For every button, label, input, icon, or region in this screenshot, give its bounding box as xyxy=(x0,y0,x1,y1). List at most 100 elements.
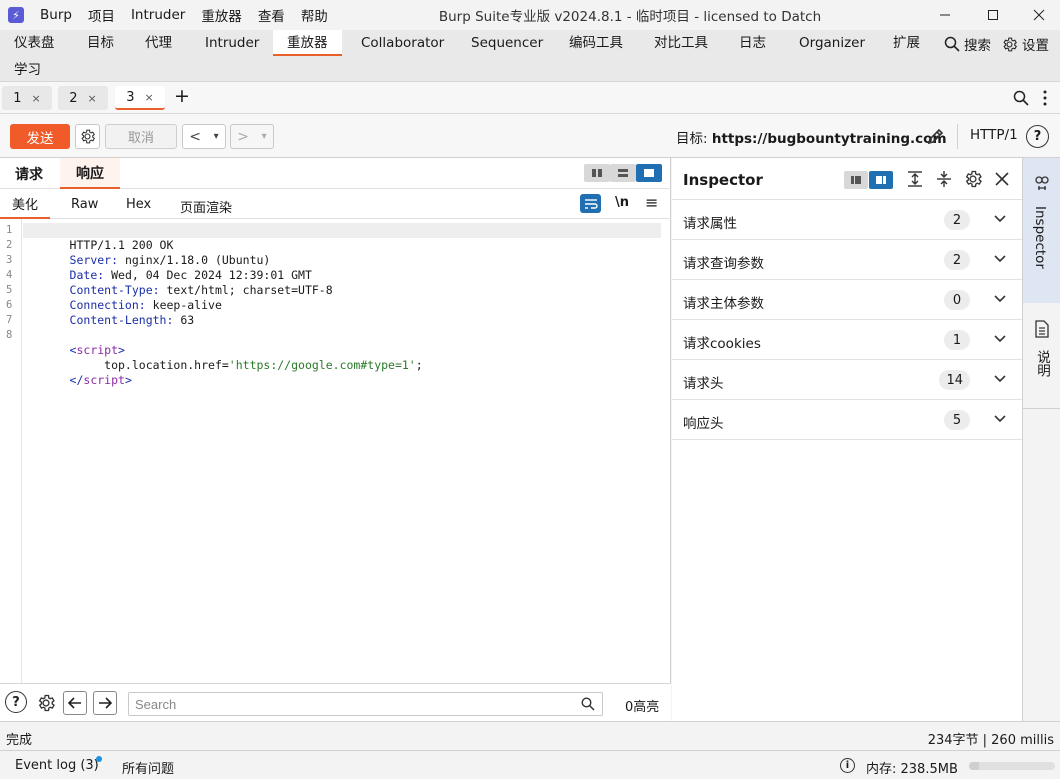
sidebar-notes-label: 说明 xyxy=(1034,350,1050,377)
tab-hex[interactable]: Hex xyxy=(126,197,151,212)
inspector-row-cookies[interactable]: 请求cookies 1 xyxy=(672,320,1022,360)
maximize-icon[interactable] xyxy=(970,0,1016,30)
chevron-down-icon[interactable] xyxy=(992,251,1008,267)
toolbar-divider xyxy=(957,124,958,149)
close-icon[interactable] xyxy=(994,171,1010,187)
help-icon[interactable]: ? xyxy=(5,691,27,713)
close-window-icon[interactable] xyxy=(1016,0,1060,30)
chevron-down-icon[interactable] xyxy=(992,211,1008,227)
tab-organizer[interactable]: Organizer xyxy=(785,30,879,56)
previous-match-icon[interactable] xyxy=(63,691,87,715)
inspector-row-request-headers[interactable]: 请求头 14 xyxy=(672,360,1022,400)
tab-sequencer[interactable]: Sequencer xyxy=(457,30,557,56)
search-label: 搜索 xyxy=(964,38,991,54)
chevron-down-icon[interactable] xyxy=(992,411,1008,427)
inspector-row-label: 请求cookies xyxy=(683,336,761,352)
js-string: 'https://google.com#type=1' xyxy=(228,358,416,372)
response-editor[interactable]: 1 2 3 4 5 6 7 8 HTTP/1.1 200 OK Server: … xyxy=(0,219,671,683)
http-version-toggle[interactable]: HTTP/1 xyxy=(970,127,1018,143)
edit-target-icon[interactable] xyxy=(926,126,946,146)
more-vertical-icon[interactable] xyxy=(1042,90,1048,106)
menu-view[interactable]: 查看 xyxy=(258,5,285,25)
inspector-row-body-params[interactable]: 请求主体参数 0 xyxy=(672,280,1022,320)
tab-response[interactable]: 响应 xyxy=(60,158,120,189)
gear-icon[interactable] xyxy=(963,169,983,189)
tab-request[interactable]: 请求 xyxy=(15,164,43,184)
menu-repeater[interactable]: 重放器 xyxy=(201,5,242,25)
tab-render[interactable]: 页面渲染 xyxy=(180,197,232,216)
event-log-button[interactable]: Event log (3) xyxy=(15,758,99,773)
info-icon: i xyxy=(840,758,855,773)
global-settings-button[interactable]: 设置 xyxy=(1001,34,1049,54)
gear-icon[interactable] xyxy=(34,691,58,715)
chevron-down-icon[interactable] xyxy=(992,331,1008,347)
chevron-down-icon[interactable] xyxy=(992,291,1008,307)
repeater-tab-2[interactable]: 2 × xyxy=(58,86,108,110)
close-tab-icon[interactable]: × xyxy=(32,92,41,105)
split-horizontal-icon[interactable] xyxy=(584,164,610,182)
split-vertical-icon[interactable] xyxy=(610,164,636,182)
tab-logger[interactable]: 日志 xyxy=(725,30,780,56)
search-tabs-icon[interactable] xyxy=(1013,90,1029,106)
count-badge: 2 xyxy=(944,250,970,270)
chevron-down-icon[interactable]: ▾ xyxy=(214,131,219,142)
word-wrap-icon[interactable] xyxy=(580,194,601,213)
editor-search-bar: ? 0高亮 xyxy=(0,683,671,721)
cancel-button[interactable]: 取消 xyxy=(105,124,177,149)
chevron-down-icon[interactable] xyxy=(992,371,1008,387)
line-number: 7 xyxy=(6,314,13,326)
tab-pretty[interactable]: 美化 xyxy=(0,189,50,219)
target-prefix: 目标: xyxy=(676,131,712,147)
close-tab-icon[interactable]: × xyxy=(88,92,97,105)
tab-proxy[interactable]: 代理 xyxy=(131,30,186,56)
code-line: Content-Length: 63 xyxy=(28,298,195,327)
tab-learn[interactable]: 学习 xyxy=(14,58,41,78)
notification-dot xyxy=(96,756,102,762)
inspector-row-response-headers[interactable]: 响应头 5 xyxy=(672,400,1022,440)
code-line: </script> xyxy=(28,358,132,387)
show-newlines-toggle[interactable]: \n xyxy=(615,195,629,210)
repeater-tab-1[interactable]: 1 × xyxy=(2,86,52,110)
status-text: 完成 xyxy=(6,733,33,748)
inspector-layout-left-icon[interactable] xyxy=(844,171,868,189)
tab-dashboard[interactable]: 仪表盘 xyxy=(0,30,69,56)
next-match-icon[interactable] xyxy=(93,691,117,715)
sidebar-tab-inspector[interactable]: Inspector xyxy=(1023,158,1060,303)
all-issues-button[interactable]: 所有问题 xyxy=(122,758,174,777)
tabbed-view-icon[interactable] xyxy=(636,164,662,182)
request-settings-button[interactable] xyxy=(75,124,100,149)
history-forward-button[interactable]: > ▾ xyxy=(230,124,274,149)
tab-target[interactable]: 目标 xyxy=(73,30,128,56)
send-button[interactable]: 发送 xyxy=(10,124,70,149)
inspector-row-request-attributes[interactable]: 请求属性 2 xyxy=(672,200,1022,240)
chevron-down-icon[interactable]: ▾ xyxy=(262,131,267,142)
menu-project[interactable]: 项目 xyxy=(88,5,115,25)
menu-intruder[interactable]: Intruder xyxy=(131,7,185,23)
global-search-button[interactable]: 搜索 xyxy=(944,34,991,54)
tab-decoder[interactable]: 编码工具 xyxy=(555,30,637,56)
tab-intruder[interactable]: Intruder xyxy=(191,30,273,56)
history-back-button[interactable]: < ▾ xyxy=(182,124,226,149)
repeater-tab-label: 3 xyxy=(126,89,135,105)
help-icon[interactable]: ? xyxy=(1026,125,1049,148)
tab-collaborator[interactable]: Collaborator xyxy=(347,30,458,56)
inspector-layout-right-icon[interactable] xyxy=(869,171,893,189)
code-line: <script> xyxy=(28,328,125,357)
menu-help[interactable]: 帮助 xyxy=(301,5,328,25)
tab-comparer[interactable]: 对比工具 xyxy=(640,30,722,56)
collapse-all-icon[interactable] xyxy=(935,170,953,188)
add-tab-button[interactable]: + xyxy=(174,85,190,107)
inspector-row-query-params[interactable]: 请求查询参数 2 xyxy=(672,240,1022,280)
close-tab-icon[interactable]: × xyxy=(145,91,154,104)
sidebar-tab-notes[interactable]: 说明 xyxy=(1023,304,1060,409)
repeater-tab-3[interactable]: 3 × xyxy=(115,86,165,110)
menu-icon[interactable]: ≡ xyxy=(645,193,658,212)
chevron-left-icon: < xyxy=(189,128,202,145)
search-input[interactable] xyxy=(128,692,603,716)
tab-extensions[interactable]: 扩展 xyxy=(879,30,934,56)
menu-burp[interactable]: Burp xyxy=(40,7,72,23)
minimize-icon[interactable] xyxy=(922,0,968,30)
expand-all-icon[interactable] xyxy=(906,170,924,188)
tab-raw[interactable]: Raw xyxy=(71,197,98,212)
tab-repeater[interactable]: 重放器 xyxy=(273,30,342,56)
